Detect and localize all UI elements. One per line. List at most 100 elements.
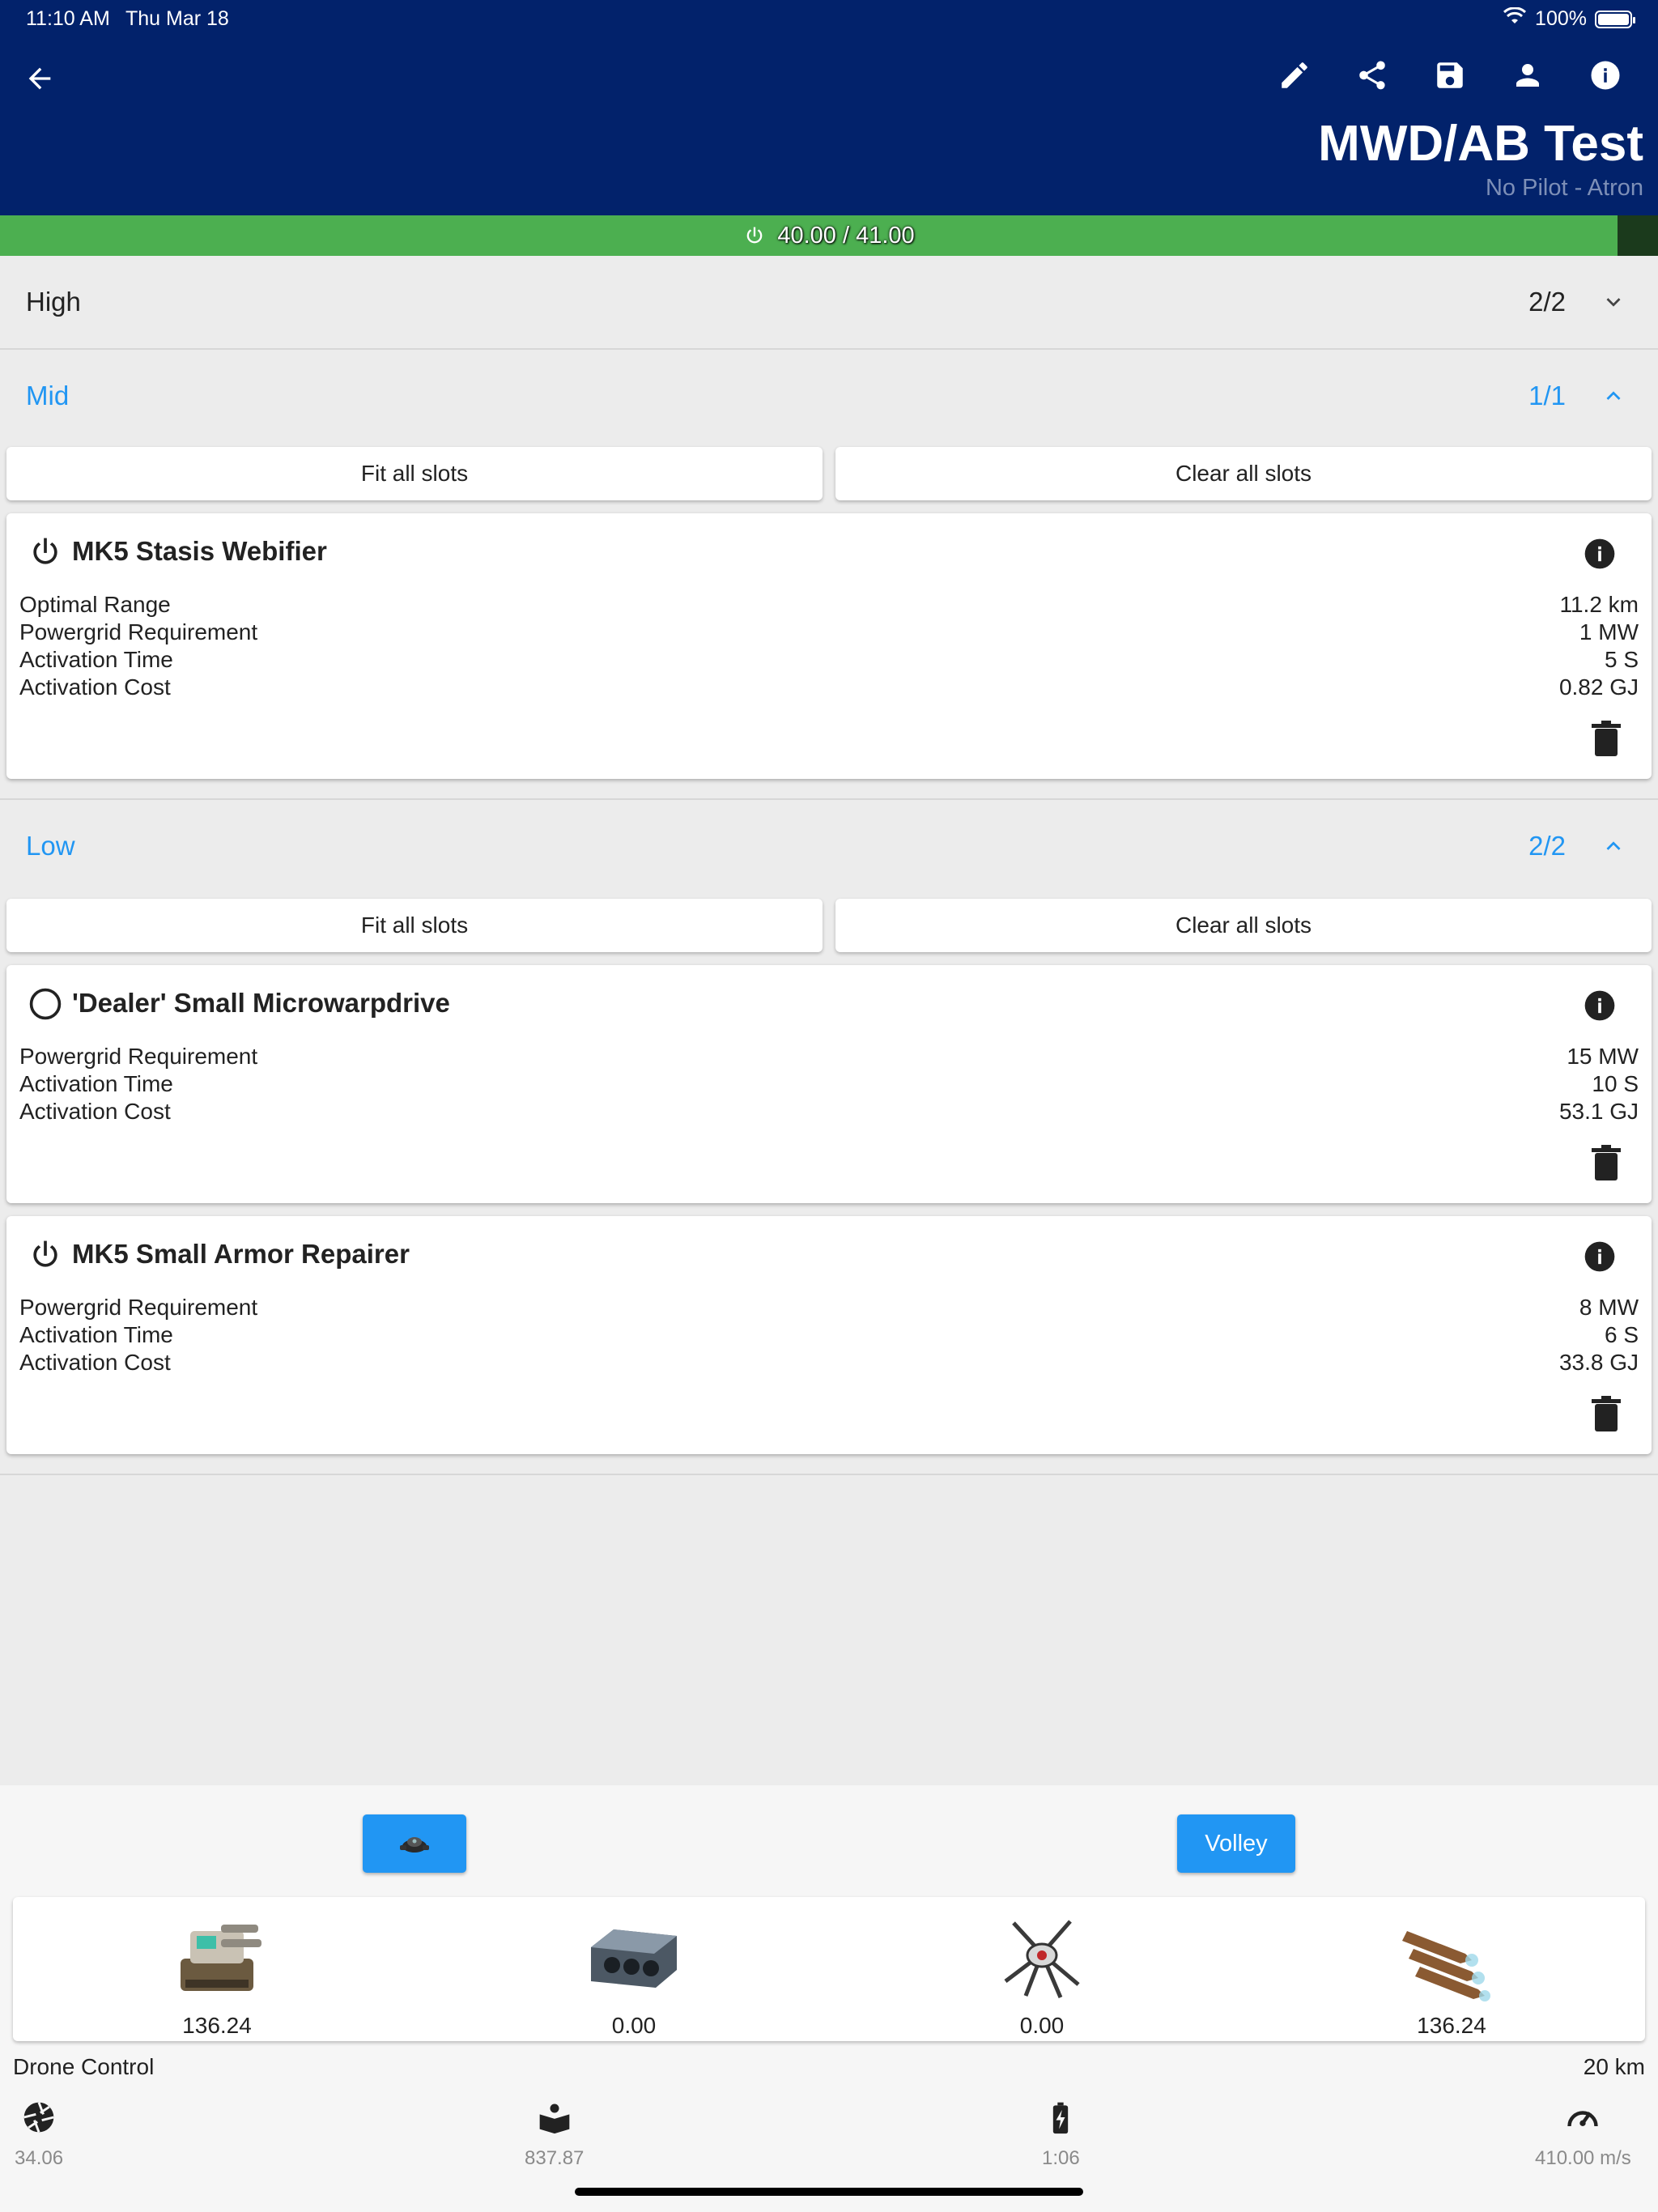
pilot-icon (1516, 64, 1539, 87)
stat-speed: 410.00 m/s (1535, 2099, 1631, 2170)
module-state-toggle[interactable] (23, 981, 68, 1027)
damage-value: 0.00 (1019, 2013, 1065, 2038)
volley-button[interactable]: Volley (1177, 1814, 1295, 1873)
pilot-button[interactable] (1509, 57, 1546, 94)
drone-control-range: 20 km (1583, 2054, 1645, 2079)
stat-value: 15 MW (1567, 1044, 1639, 1069)
module-name: MK5 Stasis Webifier (72, 536, 327, 566)
stat-row: Activation Time 10 S (19, 1070, 1639, 1098)
section-high-label: High (26, 287, 81, 317)
stats-panel: Volley 136.24 0.00 0.00 136.24 Drone Con… (0, 1785, 1658, 2212)
damage-drones: 0.00 (985, 1907, 1099, 2039)
stat-value: 10 S (1592, 1071, 1639, 1096)
stat-row: Activation Time 5 S (19, 646, 1639, 674)
mid-fit-all-button[interactable]: Fit all slots (6, 447, 823, 500)
drone-icon (400, 1837, 429, 1853)
capacitor-icon (1053, 2102, 1069, 2134)
section-mid-header[interactable]: Mid 1/1 (0, 350, 1658, 442)
section-high-header[interactable]: High 2/2 (0, 256, 1658, 348)
stat-row: Powergrid Requirement 8 MW (19, 1294, 1639, 1321)
module-name: 'Dealer' Small Microwarpdrive (72, 988, 450, 1018)
stat-label: Activation Cost (19, 1099, 171, 1124)
low-fit-all-button[interactable]: Fit all slots (6, 899, 823, 952)
stat-value: 1 MW (1579, 619, 1639, 644)
damage-turret: 136.24 (160, 1907, 274, 2039)
stat-value: 11.2 km (1559, 592, 1639, 617)
stat-row: Activation Cost 53.1 GJ (19, 1098, 1639, 1125)
edit-icon (1282, 62, 1307, 88)
stat-value: 33.8 GJ (1558, 1350, 1639, 1375)
stat-label: Activation Cost (19, 1350, 171, 1375)
drone-bay-icon (1004, 1920, 1080, 1998)
module-card[interactable]: MK5 Small Armor Repairer Powergrid Requi… (6, 1216, 1652, 1454)
stat-value: 1:06 (1042, 2147, 1080, 2169)
mid-clear-all-button[interactable]: Clear all slots (835, 447, 1652, 500)
share-button[interactable] (1354, 57, 1391, 94)
info-icon[interactable] (1582, 1239, 1618, 1274)
delete-icon[interactable] (1590, 721, 1622, 756)
aperture-icon (23, 2102, 54, 2133)
edit-button[interactable] (1276, 57, 1313, 94)
module-card[interactable]: 'Dealer' Small Microwarpdrive Powergrid … (6, 965, 1652, 1203)
stat-label: Optimal Range (19, 592, 171, 617)
status-bar: 11:10 AM Thu Mar 18 100% (0, 0, 1658, 39)
stat-value: 837.87 (525, 2147, 585, 2169)
stat-value: 34.06 (15, 2147, 64, 2169)
section-low-header[interactable]: Low 2/2 (0, 800, 1658, 892)
stat-value: 8 MW (1579, 1295, 1639, 1320)
stat-value: 53.1 GJ (1558, 1099, 1639, 1124)
save-icon (1437, 62, 1463, 88)
powergrid-bar: 40.00 / 41.00 (0, 215, 1658, 256)
save-button[interactable] (1431, 57, 1469, 94)
stat-row: Optimal Range 11.2 km (19, 591, 1639, 619)
section-divider (0, 1474, 1658, 1475)
module-state-toggle[interactable] (23, 1232, 68, 1278)
stat-label: Activation Time (19, 647, 173, 672)
damage-value: 136.24 (1417, 2013, 1486, 2038)
info-icon (1591, 61, 1620, 90)
speedometer-icon (1567, 2111, 1599, 2127)
chevron-up-icon (1606, 391, 1621, 400)
stat-label: Powergrid Requirement (19, 1044, 258, 1069)
damage-value: 0.00 (611, 2013, 657, 2038)
module-state-toggle[interactable] (23, 530, 68, 575)
module-stats: Powergrid Requirement 15 MW Activation Ti… (19, 1043, 1639, 1125)
section-mid-label: Mid (26, 381, 70, 410)
damage-breakdown: 136.24 0.00 0.00 136.24 (13, 1897, 1645, 2041)
fit-title: MWD/AB Test (1318, 116, 1643, 172)
home-indicator[interactable] (575, 2188, 1083, 2196)
info-button[interactable] (1587, 57, 1624, 94)
stat-label: Activation Time (19, 1322, 173, 1347)
section-mid-count: 1/1 (1528, 381, 1566, 410)
stat-value: 0.82 GJ (1558, 674, 1639, 700)
stat-value: 410.00 m/s (1535, 2147, 1631, 2169)
power-icon (33, 538, 57, 564)
stat-row: Powergrid Requirement 15 MW (19, 1043, 1639, 1070)
low-clear-all-button[interactable]: Clear all slots (835, 899, 1652, 952)
delete-icon[interactable] (1590, 1396, 1622, 1431)
damage-value: 136.24 (182, 2013, 252, 2038)
delete-icon[interactable] (1590, 1145, 1622, 1180)
powergrid-readout: 40.00 / 41.00 (0, 215, 1658, 256)
battery-icon (1595, 10, 1635, 28)
status-time: 11:10 AM (26, 7, 110, 30)
stat-row: Activation Cost 0.82 GJ (19, 674, 1639, 701)
info-icon[interactable] (1582, 988, 1618, 1023)
offline-circle-icon (29, 988, 62, 1020)
battery-percent: 100% (1535, 7, 1587, 30)
stat-label: Powergrid Requirement (19, 619, 258, 644)
module-card[interactable]: MK5 Stasis Webifier Optimal Range 11.2 km… (6, 513, 1652, 779)
stat-capacitor: 1:06 (1042, 2099, 1080, 2170)
stat-label: Powergrid Requirement (19, 1295, 258, 1320)
section-low-label: Low (26, 831, 75, 861)
share-icon (1359, 61, 1385, 90)
app-header: 11:10 AM Thu Mar 18 100% MWD/AB Test No … (0, 0, 1658, 215)
module-stats: Powergrid Requirement 8 MW Activation Tim… (19, 1294, 1639, 1376)
powergrid-value: 40.00 / 41.00 (777, 222, 915, 249)
back-button[interactable] (19, 58, 60, 99)
info-icon[interactable] (1582, 536, 1618, 572)
drone-control-label: Drone Control (13, 2054, 155, 2079)
chevron-up-icon (1606, 841, 1621, 850)
drone-toggle-button[interactable] (363, 1814, 466, 1873)
turret-icon (181, 1925, 261, 1991)
